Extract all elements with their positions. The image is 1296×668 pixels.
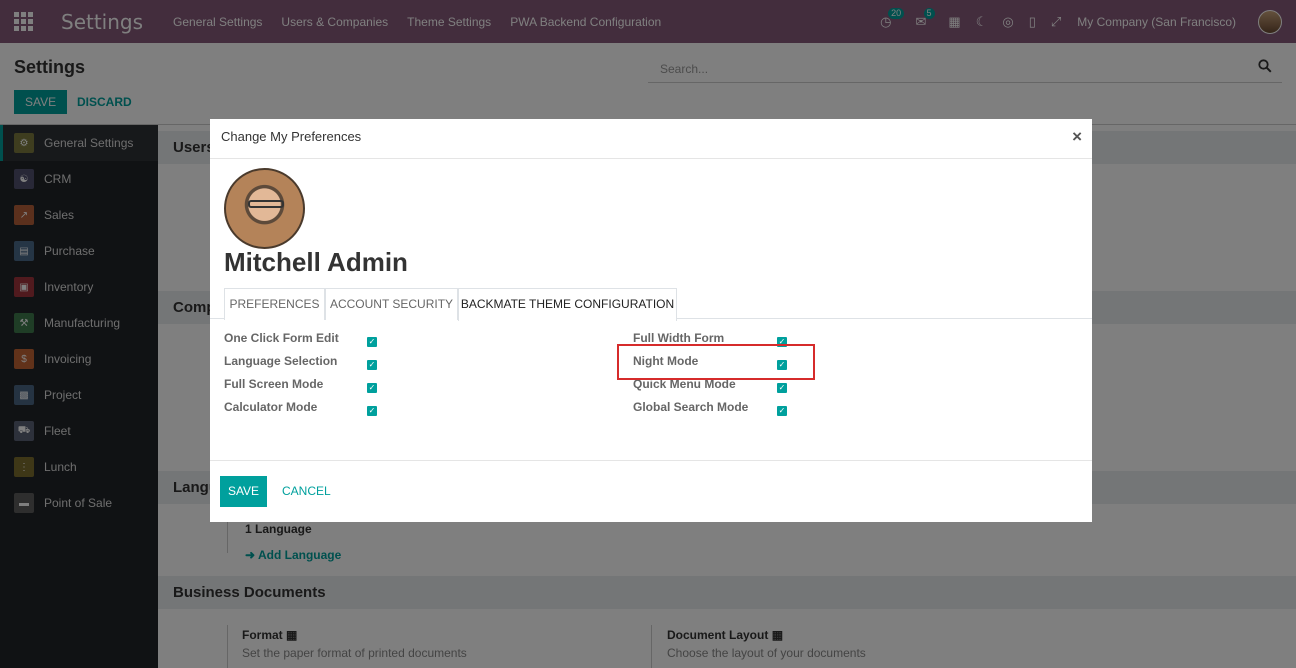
checkbox-global-search-mode[interactable]: ✓	[777, 406, 787, 416]
checkbox-quick-menu-mode[interactable]: ✓	[777, 383, 787, 393]
dialog-header: Change My Preferences ×	[210, 119, 1092, 159]
tab-backmate-theme-configuration[interactable]: BACKMATE THEME CONFIGURATION	[458, 288, 677, 321]
dialog-footer: SAVE CANCEL	[210, 460, 1092, 522]
tab-account-security[interactable]: ACCOUNT SECURITY	[325, 288, 458, 320]
checkbox-language-selection[interactable]: ✓	[367, 360, 377, 370]
option-label-calculator-mode: Calculator Mode	[224, 400, 318, 414]
checkbox-calculator-mode[interactable]: ✓	[367, 406, 377, 416]
option-label-language-selection: Language Selection	[224, 354, 338, 368]
option-label-full-screen-mode: Full Screen Mode	[224, 377, 324, 391]
avatar-glasses	[248, 200, 284, 208]
dialog-cancel-button[interactable]: CANCEL	[282, 484, 331, 498]
checkbox-one-click-form-edit[interactable]: ✓	[367, 337, 377, 347]
dialog-tabs: PREFERENCES ACCOUNT SECURITY BACKMATE TH…	[210, 287, 1092, 321]
night-mode-highlight-box	[617, 344, 815, 380]
dialog-save-button[interactable]: SAVE	[220, 476, 267, 507]
checkbox-full-screen-mode[interactable]: ✓	[367, 383, 377, 393]
close-icon[interactable]: ×	[1072, 128, 1082, 145]
dialog-title: Change My Preferences	[221, 129, 362, 144]
option-label-one-click-form-edit: One Click Form Edit	[224, 331, 339, 345]
option-label-global-search-mode: Global Search Mode	[633, 400, 749, 414]
tab-preferences[interactable]: PREFERENCES	[224, 288, 325, 320]
user-name: Mitchell Admin	[224, 247, 408, 277]
preferences-dialog: Change My Preferences × Mitchell Admin P…	[210, 119, 1092, 522]
option-label-full-width-form: Full Width Form	[633, 331, 725, 345]
profile-avatar[interactable]	[224, 168, 305, 249]
